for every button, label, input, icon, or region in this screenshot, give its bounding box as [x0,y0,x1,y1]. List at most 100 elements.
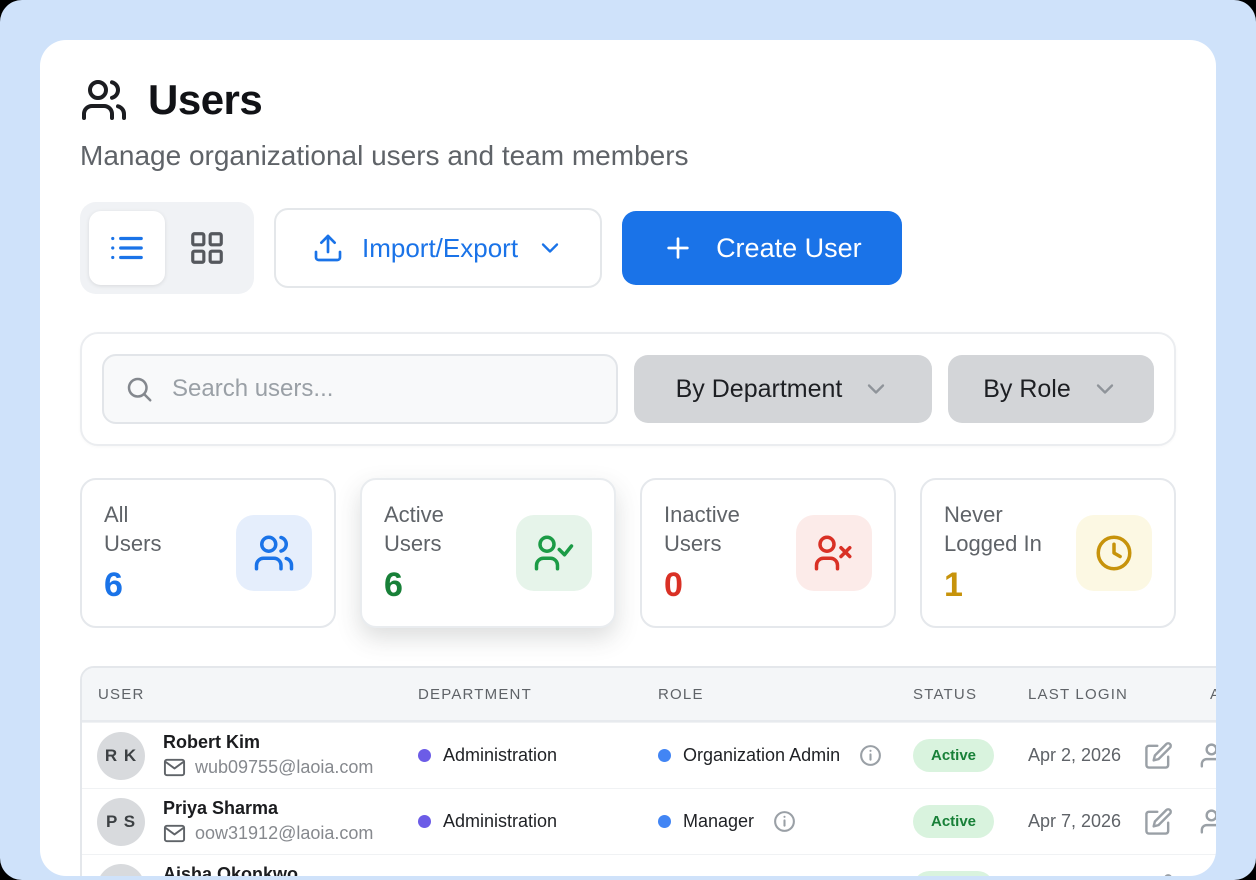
department-label: Administration [443,745,557,766]
mail-icon [163,756,186,779]
import-export-button[interactable]: Import/Export [274,208,602,288]
edit-icon[interactable] [1144,873,1173,876]
toolbar: Import/Export Create User [80,202,1176,294]
status-cell: Active [897,871,1012,876]
department-cell: Administration [402,745,642,766]
user-email-row: oow31912@laoia.com [163,822,373,845]
stat-icon-tile [1076,515,1152,591]
search-wrap [102,354,618,424]
stat-card-all-users[interactable]: All Users 6 [80,478,336,628]
actions-cell [1142,741,1216,770]
department-dot [418,815,431,828]
table-row[interactable]: R K Robert Kim wub09755@laoia.com Admini [82,722,1216,788]
info-icon[interactable] [772,809,797,834]
stat-label: All Users [104,501,174,558]
role-filter-dropdown[interactable]: By Role [948,355,1154,423]
users-table: USER DEPARTMENT ROLE STATUS LAST LOGIN A… [80,666,1216,876]
info-icon[interactable] [858,743,883,768]
column-header-status: STATUS [897,686,1012,703]
department-dot [418,749,431,762]
user-check-icon [533,532,575,574]
role-label: Organization Admin [683,745,840,766]
column-header-last-login: LAST LOGIN [1012,686,1142,703]
role-dot [658,815,671,828]
users-icon [80,76,128,124]
department-label: Administration [443,811,557,832]
stat-value: 6 [104,566,174,605]
grid-view-button[interactable] [169,211,245,285]
status-cell: Active [897,805,1012,838]
stat-icon-tile [236,515,312,591]
department-cell: Administration [402,811,642,832]
last-login-cell: Apr 2, 2026 [1012,745,1142,766]
stat-card-never-logged-in[interactable]: Never Logged In 1 [920,478,1176,628]
actions-cell [1142,807,1216,836]
role-cell: Manager [642,809,897,834]
role-label: Manager [683,811,754,832]
user-name: Aisha Okonkwo [163,864,298,876]
plus-icon [662,232,694,264]
avatar [97,864,145,877]
last-login-cell: Apr 7, 2026 [1012,811,1142,832]
column-header-role: ROLE [642,686,897,703]
user-name: Robert Kim [163,732,373,753]
user-cell: P S Priya Sharma oow31912@laoia.com [82,798,402,846]
user-action-icon[interactable] [1197,873,1216,876]
import-export-label: Import/Export [362,233,518,264]
column-header-actions: ACTIONS [1142,686,1216,703]
stat-label: Never Logged In [944,501,1058,558]
stat-icon-tile [516,515,592,591]
user-action-icon[interactable] [1197,807,1216,836]
table-header-row: USER DEPARTMENT ROLE STATUS LAST LOGIN A… [82,668,1216,722]
status-cell: Active [897,739,1012,772]
stat-cards: All Users 6 Active Users 6 [80,478,1176,628]
list-icon [108,229,146,267]
clock-icon [1093,532,1135,574]
status-badge: Active [913,805,994,838]
grid-icon [188,229,226,267]
user-email: oow31912@laoia.com [195,823,373,844]
table-row[interactable]: P S Priya Sharma oow31912@laoia.com Admi [82,788,1216,854]
search-icon [124,374,154,404]
role-dot [658,749,671,762]
user-action-icon[interactable] [1197,741,1216,770]
upload-icon [312,232,344,264]
stat-value: 6 [384,566,456,605]
table-row[interactable]: Aisha Okonkwo A [82,854,1216,876]
role-cell: Organization Admin [642,743,897,768]
user-email: wub09755@laoia.com [195,757,373,778]
stat-card-inactive-users[interactable]: Inactive Users 0 [640,478,896,628]
user-x-icon [813,532,855,574]
role-filter-label: By Role [983,375,1071,404]
user-name: Priya Sharma [163,798,373,819]
department-filter-dropdown[interactable]: By Department [634,355,932,423]
create-user-button[interactable]: Create User [622,211,902,285]
department-filter-label: By Department [676,375,843,404]
stat-icon-tile [796,515,872,591]
search-filter-bar: By Department By Role [80,332,1176,446]
avatar: P S [97,798,145,846]
stat-value: 0 [664,566,750,605]
stat-card-active-users[interactable]: Active Users 6 [360,478,616,628]
user-cell: R K Robert Kim wub09755@laoia.com [82,732,402,780]
list-view-button[interactable] [89,211,165,285]
stat-label: Active Users [384,501,456,558]
chevron-down-icon [1091,375,1119,403]
create-user-label: Create User [716,233,862,264]
edit-icon[interactable] [1144,807,1173,836]
stat-value: 1 [944,566,1058,605]
column-header-department: DEPARTMENT [402,686,642,703]
user-cell: Aisha Okonkwo [82,864,402,877]
edit-icon[interactable] [1144,741,1173,770]
actions-cell [1142,873,1216,876]
status-badge: Active [913,871,994,876]
page-subtitle: Manage organizational users and team mem… [80,140,1176,172]
users-panel: Users Manage organizational users and te… [40,40,1216,876]
search-input[interactable] [102,354,618,424]
status-badge: Active [913,739,994,772]
app-frame: Users Manage organizational users and te… [0,0,1256,880]
avatar: R K [97,732,145,780]
column-header-user: USER [82,686,402,703]
chevron-down-icon [536,234,564,262]
chevron-down-icon [862,375,890,403]
